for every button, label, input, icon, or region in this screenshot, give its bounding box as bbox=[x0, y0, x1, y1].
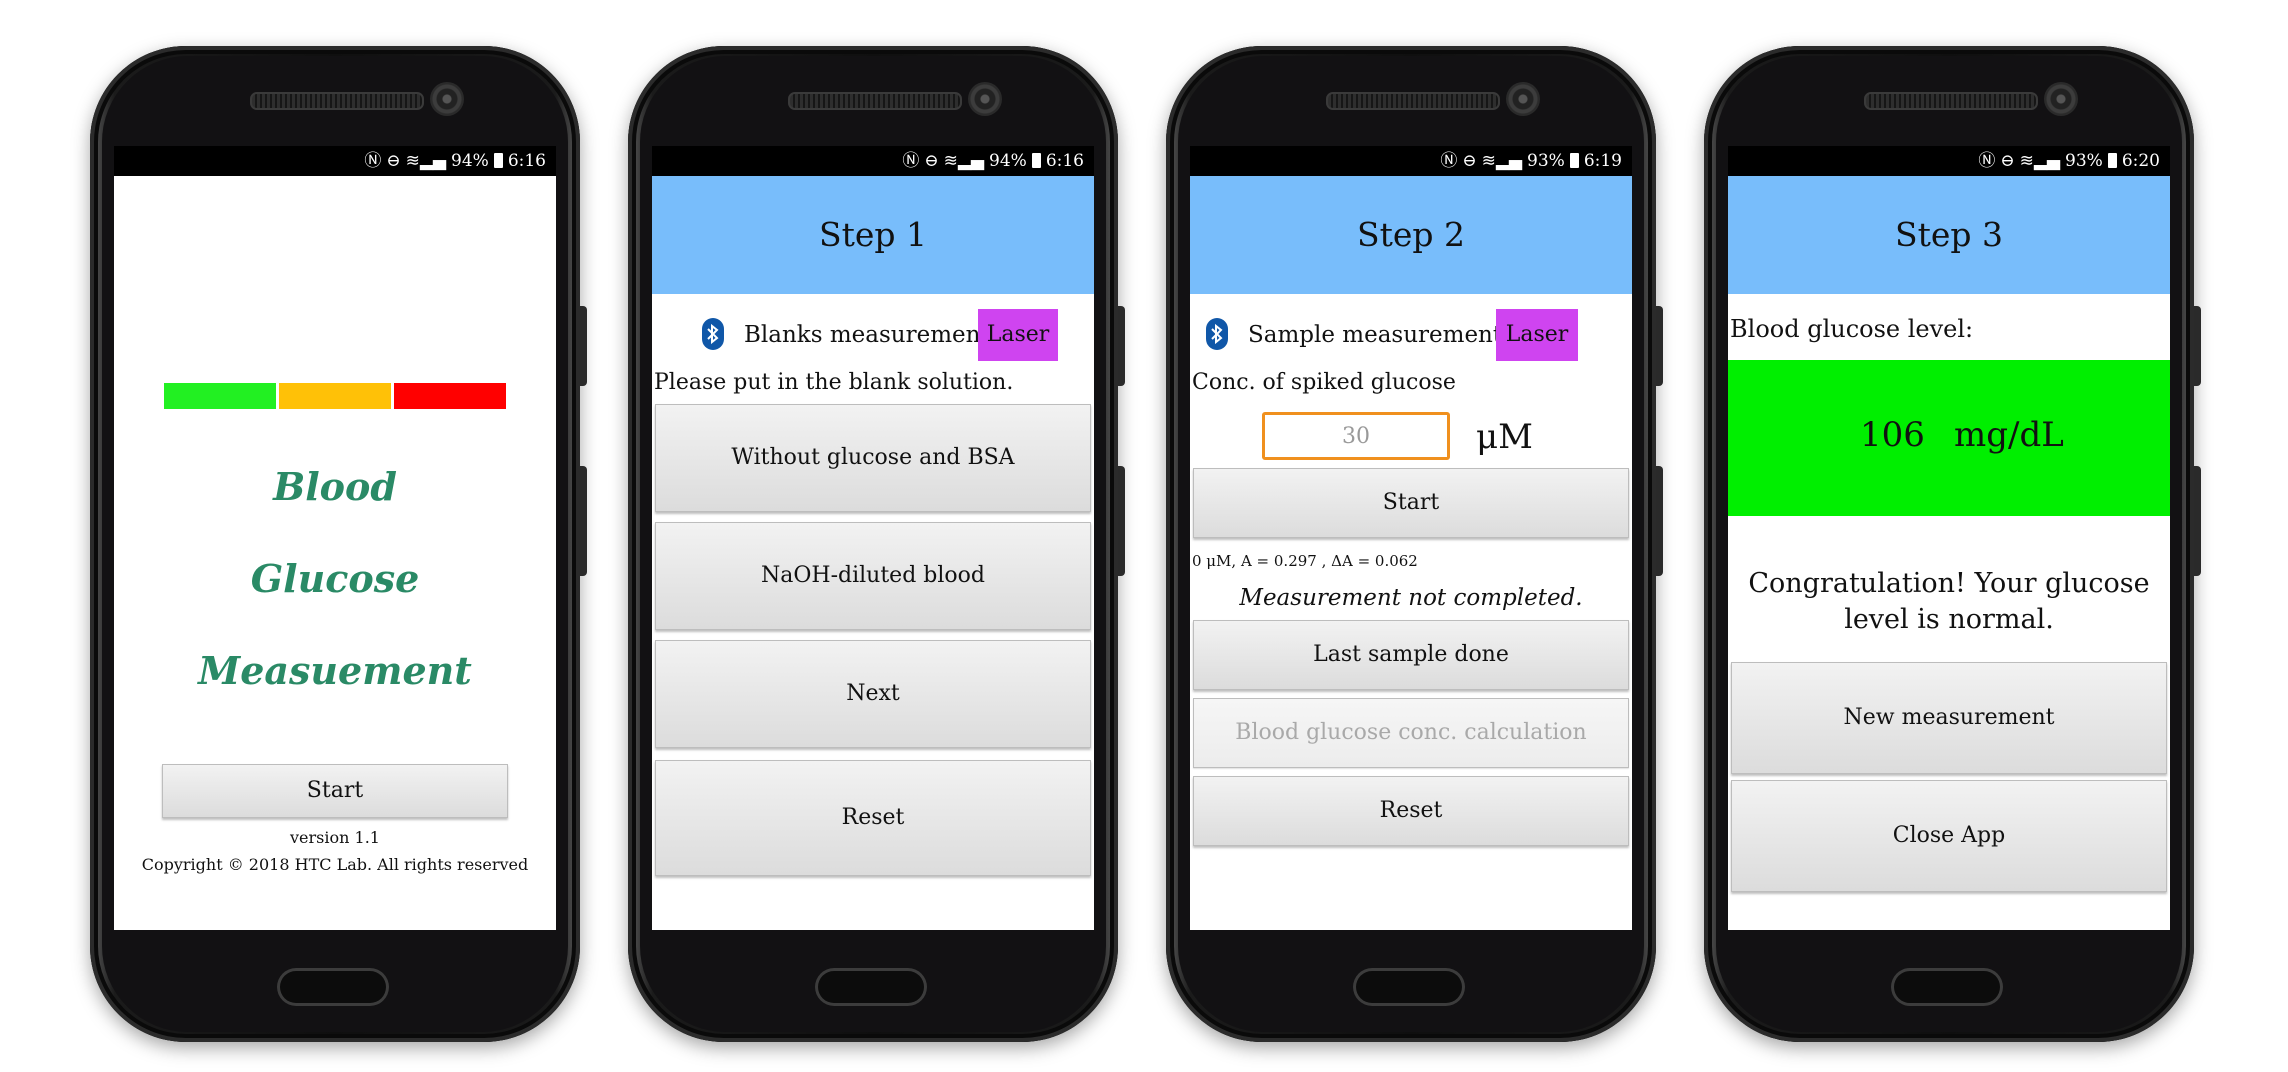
instruction-text: Please put in the blank solution. bbox=[654, 370, 1014, 395]
conc-label: Conc. of spiked glucose bbox=[1192, 370, 1456, 395]
battery-icon bbox=[1569, 153, 1579, 168]
new-measurement-button[interactable]: New measurement bbox=[1731, 662, 2167, 774]
status-text: Measurement not completed. bbox=[1239, 585, 1583, 611]
volume-key bbox=[1118, 466, 1125, 576]
sample-measurement-label: Sample measurement: bbox=[1248, 322, 1510, 348]
glucose-value: 106 bbox=[1860, 415, 1925, 455]
version-text: version 1.1 bbox=[290, 828, 380, 847]
screen-step2: Ⓝ ⊖ ≋▂▄ 93% 6:19 Step 2 Sample measurement: … bbox=[1190, 146, 1632, 930]
earpiece-speaker bbox=[788, 92, 962, 110]
nfc-icon: Ⓝ bbox=[1978, 151, 1996, 171]
power-key bbox=[1118, 306, 1125, 386]
phone-step3: Ⓝ ⊖ ≋▂▄ 93% 6:20 Step 3 Blood glucose level:… bbox=[1704, 46, 2201, 1042]
laser-indicator[interactable]: Laser bbox=[978, 309, 1058, 361]
battery-icon bbox=[2107, 153, 2117, 168]
dnd-icon: ⊖ bbox=[2000, 151, 2015, 171]
color-bar-yellow bbox=[279, 383, 391, 409]
reset-button[interactable]: Reset bbox=[1193, 776, 1629, 846]
battery-icon bbox=[1031, 153, 1041, 168]
glucose-unit: mg/dL bbox=[1954, 415, 2064, 455]
title-line-glucose: Glucose bbox=[250, 556, 420, 601]
page-title: Step 1 bbox=[652, 176, 1094, 294]
battery-percent: 93% bbox=[2065, 151, 2103, 171]
clock: 6:16 bbox=[507, 151, 546, 171]
stage: Ⓝ ⊖ ≋▂▄ 94% 6:16 Blood Glucose Measuement St… bbox=[0, 0, 2288, 1072]
power-key bbox=[1656, 306, 1663, 386]
message-line-2: level is normal. bbox=[1844, 604, 2054, 635]
battery-percent: 93% bbox=[1527, 151, 1565, 171]
unit-label: μM bbox=[1476, 417, 1533, 457]
conc-input[interactable] bbox=[1262, 412, 1450, 460]
volume-key bbox=[1656, 466, 1663, 576]
message-line-1: Congratulation! Your glucose bbox=[1748, 568, 2150, 599]
start-button[interactable]: Start bbox=[1193, 468, 1629, 538]
blanks-measurement-label: Blanks measurement: bbox=[744, 322, 998, 348]
power-key bbox=[580, 306, 587, 386]
dnd-icon: ⊖ bbox=[386, 151, 401, 171]
title-line-blood: Blood bbox=[273, 464, 397, 509]
title-line-measurement: Measuement bbox=[198, 648, 472, 693]
reset-button[interactable]: Reset bbox=[655, 760, 1091, 876]
laser-indicator[interactable]: Laser bbox=[1496, 309, 1578, 361]
screen-splash: Ⓝ ⊖ ≋▂▄ 94% 6:16 Blood Glucose Measuement St… bbox=[114, 146, 556, 930]
next-button[interactable]: Next bbox=[655, 640, 1091, 748]
calculation-button[interactable]: Blood glucose conc. calculation bbox=[1193, 698, 1629, 768]
color-bar-red bbox=[394, 383, 506, 409]
color-bar-green bbox=[164, 383, 276, 409]
battery-icon bbox=[493, 153, 503, 168]
last-sample-button[interactable]: Last sample done bbox=[1193, 620, 1629, 690]
clock: 6:16 bbox=[1045, 151, 1084, 171]
clock: 6:19 bbox=[1583, 151, 1622, 171]
battery-percent: 94% bbox=[451, 151, 489, 171]
earpiece-speaker bbox=[1326, 92, 1500, 110]
page-title: Step 2 bbox=[1190, 176, 1632, 294]
level-label: Blood glucose level: bbox=[1730, 315, 1974, 343]
front-camera-icon bbox=[1506, 82, 1540, 116]
front-camera-icon bbox=[430, 82, 464, 116]
result-panel: 106 mg/dL bbox=[1728, 360, 2170, 516]
screen-step3: Ⓝ ⊖ ≋▂▄ 93% 6:20 Step 3 Blood glucose level:… bbox=[1728, 146, 2170, 930]
volume-key bbox=[2194, 466, 2201, 576]
bluetooth-icon bbox=[702, 318, 724, 350]
screen-step1: Ⓝ ⊖ ≋▂▄ 94% 6:16 Step 1 Blanks measurement: … bbox=[652, 146, 1094, 930]
home-button[interactable] bbox=[277, 968, 389, 1006]
phone-step2: Ⓝ ⊖ ≋▂▄ 93% 6:19 Step 2 Sample measurement: … bbox=[1166, 46, 1663, 1042]
front-camera-icon bbox=[2044, 82, 2078, 116]
wifi-signal-icon: ≋▂▄ bbox=[2019, 151, 2061, 171]
front-camera-icon bbox=[968, 82, 1002, 116]
home-button[interactable] bbox=[1353, 968, 1465, 1006]
dnd-icon: ⊖ bbox=[1462, 151, 1477, 171]
naoh-blood-button[interactable]: NaOH-diluted blood bbox=[655, 522, 1091, 630]
home-button[interactable] bbox=[1891, 968, 2003, 1006]
dnd-icon: ⊖ bbox=[924, 151, 939, 171]
reading-text: 0 μM, A = 0.297 , ΔA = 0.062 bbox=[1192, 552, 1418, 570]
battery-percent: 94% bbox=[989, 151, 1027, 171]
start-button[interactable]: Start bbox=[162, 764, 508, 818]
phone-step1: Ⓝ ⊖ ≋▂▄ 94% 6:16 Step 1 Blanks measurement: … bbox=[628, 46, 1125, 1042]
wifi-signal-icon: ≋▂▄ bbox=[1481, 151, 1523, 171]
earpiece-speaker bbox=[250, 92, 424, 110]
status-bar: Ⓝ ⊖ ≋▂▄ 94% 6:16 bbox=[652, 146, 1094, 176]
home-button[interactable] bbox=[815, 968, 927, 1006]
status-bar: Ⓝ ⊖ ≋▂▄ 94% 6:16 bbox=[114, 146, 556, 176]
nfc-icon: Ⓝ bbox=[902, 151, 920, 171]
bluetooth-icon bbox=[1206, 318, 1228, 350]
earpiece-speaker bbox=[1864, 92, 2038, 110]
volume-key bbox=[580, 466, 587, 576]
close-app-button[interactable]: Close App bbox=[1731, 780, 2167, 892]
wifi-signal-icon: ≋▂▄ bbox=[405, 151, 447, 171]
copyright-text: Copyright © 2018 HTC Lab. All rights res… bbox=[141, 855, 529, 874]
page-title: Step 3 bbox=[1728, 176, 2170, 294]
without-glucose-button[interactable]: Without glucose and BSA bbox=[655, 404, 1091, 512]
wifi-signal-icon: ≋▂▄ bbox=[943, 151, 985, 171]
nfc-icon: Ⓝ bbox=[364, 151, 382, 171]
power-key bbox=[2194, 306, 2201, 386]
nfc-icon: Ⓝ bbox=[1440, 151, 1458, 171]
status-bar: Ⓝ ⊖ ≋▂▄ 93% 6:19 bbox=[1190, 146, 1632, 176]
phone-splash: Ⓝ ⊖ ≋▂▄ 94% 6:16 Blood Glucose Measuement St… bbox=[90, 46, 587, 1042]
clock: 6:20 bbox=[2121, 151, 2160, 171]
status-bar: Ⓝ ⊖ ≋▂▄ 93% 6:20 bbox=[1728, 146, 2170, 176]
